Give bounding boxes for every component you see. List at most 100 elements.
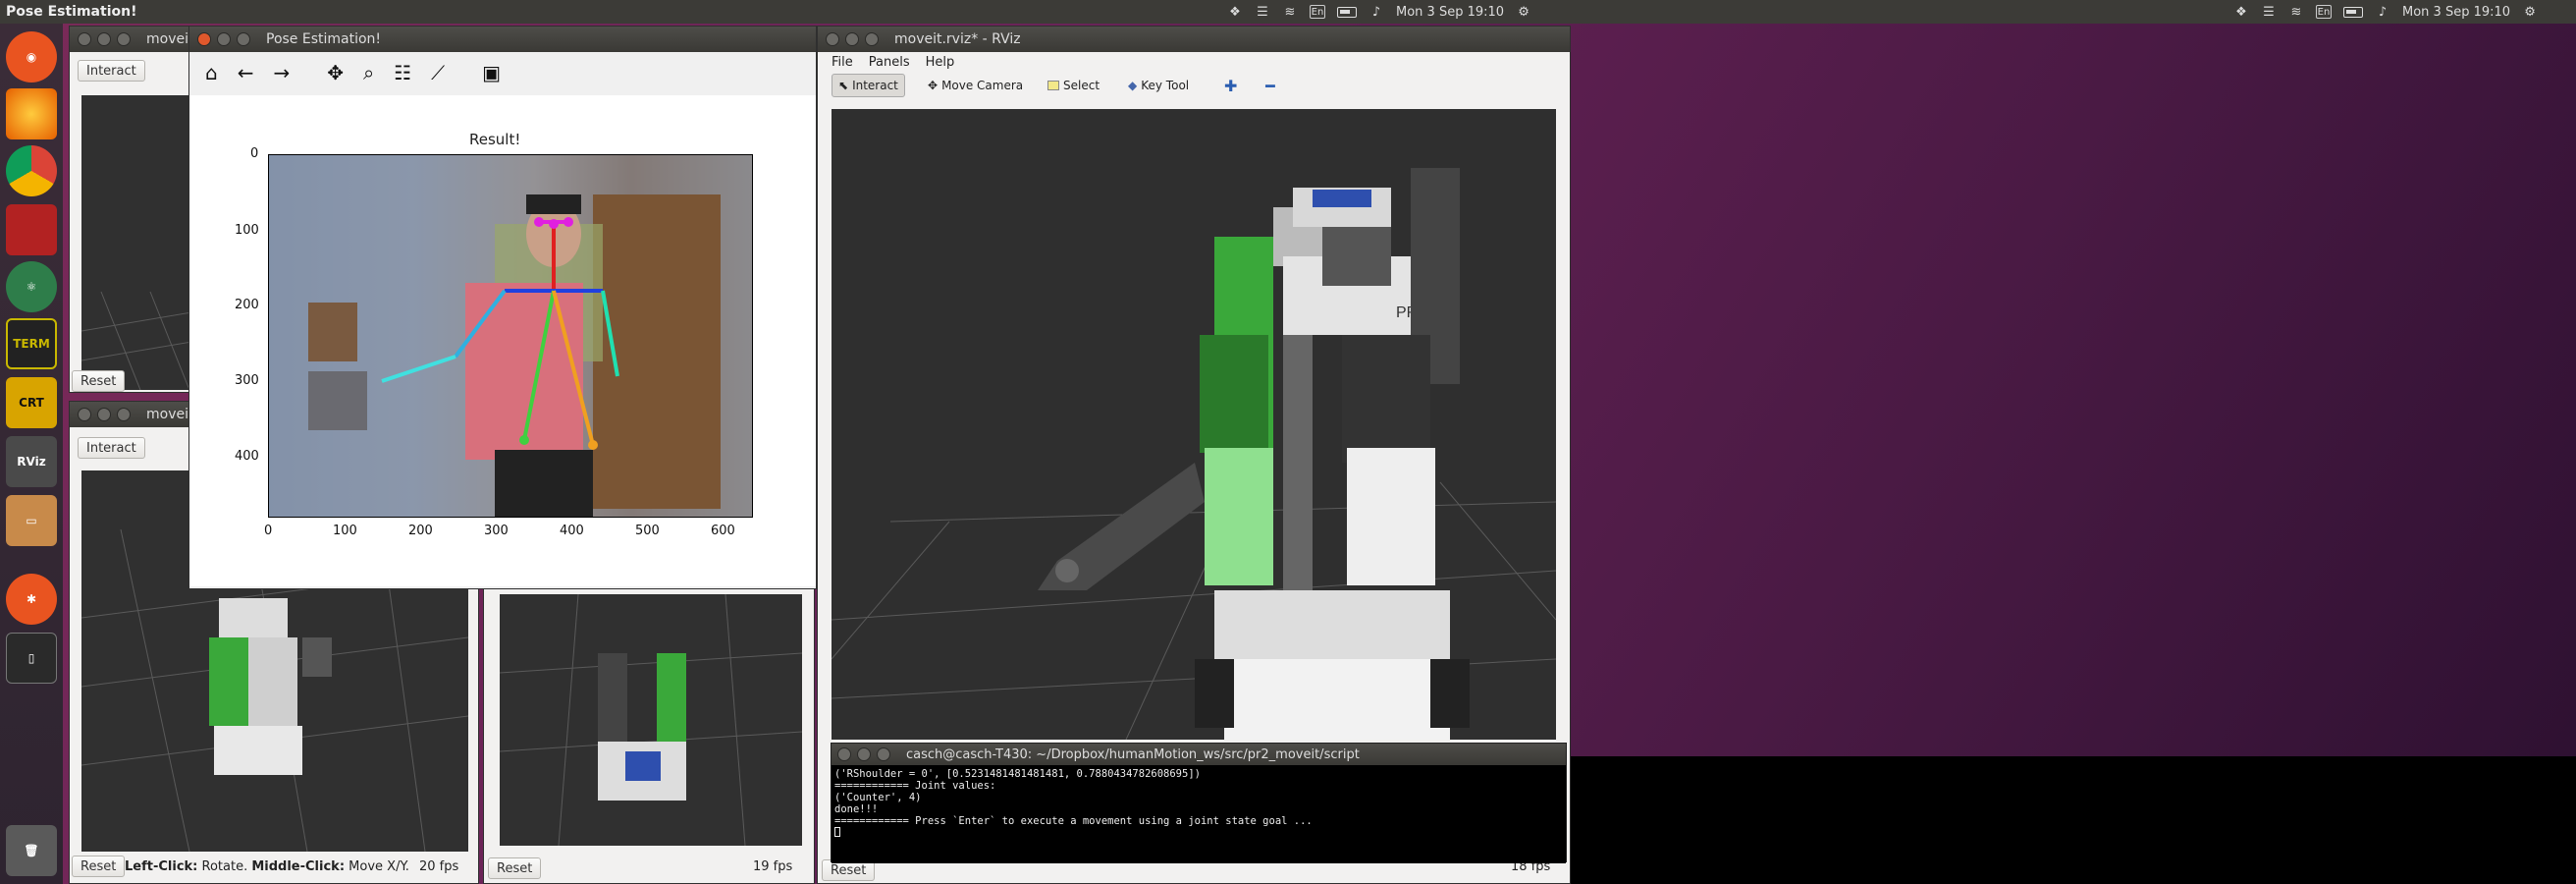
minimize-icon[interactable]	[845, 32, 859, 46]
add-tool-icon[interactable]: ✚	[1218, 74, 1243, 97]
phone-icon[interactable]: ▯	[6, 633, 57, 684]
volume-icon[interactable]: ♪	[1368, 5, 1384, 20]
launcher: ◉ ⚛ TERM CRT RViz ▭ ✱ ▯ 🗑	[0, 24, 63, 884]
close-icon[interactable]	[78, 408, 91, 421]
maximize-icon[interactable]	[117, 32, 131, 46]
close-icon[interactable]	[826, 32, 839, 46]
pose-estimation-window[interactable]: Pose Estimation! ⌂ ← → ✥ ⌕ ☷ ⟋ ▣ Result!	[188, 26, 817, 589]
terminal-titlebar[interactable]: casch@casch-T430: ~/Dropbox/humanMotion_…	[832, 744, 1566, 765]
y-tick: 300	[235, 373, 259, 388]
window-title: moveit	[146, 407, 194, 422]
wifi-icon[interactable]: ≋	[2288, 5, 2304, 20]
firefox-icon[interactable]	[6, 88, 57, 139]
back-icon[interactable]: ←	[238, 61, 254, 84]
keyboard-layout-icon[interactable]: En	[2316, 5, 2332, 19]
wifi-icon[interactable]: ≋	[1282, 5, 1298, 20]
reset-button[interactable]: Reset	[488, 857, 542, 879]
menu-icon[interactable]: ☰	[2261, 5, 2277, 20]
minimize-icon[interactable]	[857, 747, 871, 761]
menubar: File Panels Help	[832, 52, 954, 72]
terminal-output[interactable]: ('RShoulder = 0', [0.5231481481481481, 0…	[832, 765, 1566, 863]
select-tool[interactable]: Select	[1042, 74, 1105, 97]
maximize-icon[interactable]	[877, 747, 890, 761]
clock[interactable]: Mon 3 Sep 19:10	[2402, 5, 2510, 20]
interact-button[interactable]: Interact	[78, 60, 145, 82]
forward-icon[interactable]: →	[273, 61, 290, 84]
moveit-window-top[interactable]: moveit Interact Reset	[69, 26, 196, 393]
volume-icon[interactable]: ♪	[2375, 5, 2390, 20]
3d-viewport[interactable]	[500, 594, 802, 846]
key-tool-label: Key Tool	[1141, 79, 1190, 92]
terminal-line: done!!!	[834, 803, 879, 815]
close-icon[interactable]	[197, 32, 211, 46]
terminal-title: casch@casch-T430: ~/Dropbox/humanMotion_…	[906, 746, 1360, 762]
menu-icon[interactable]: ☰	[1255, 5, 1270, 20]
battery-icon[interactable]	[1337, 6, 1357, 18]
gear-icon[interactable]: ⚙	[1516, 5, 1531, 20]
atom-icon[interactable]: ⚛	[6, 261, 57, 312]
trash-icon[interactable]: 🗑	[6, 825, 57, 876]
ubuntu-icon[interactable]: ◉	[6, 31, 57, 83]
rviz-3d-viewport[interactable]: PR2	[832, 109, 1556, 740]
plot-title: Result!	[469, 131, 521, 148]
interact-label: Interact	[86, 440, 136, 456]
dropbox-icon[interactable]: ❖	[2233, 5, 2249, 20]
moveit-window-small[interactable]: Reset 19 fps	[483, 580, 815, 884]
terminal-window[interactable]: casch@casch-T430: ~/Dropbox/humanMotion_…	[831, 743, 1567, 863]
edit-curves-icon[interactable]: ⟋	[431, 61, 445, 84]
reset-button[interactable]: Reset	[72, 370, 126, 392]
pose-image-art	[269, 155, 752, 517]
files-icon[interactable]: ▭	[6, 495, 57, 546]
3d-viewport[interactable]	[81, 95, 195, 390]
minimize-icon[interactable]	[97, 32, 111, 46]
reset-label: Reset	[497, 860, 533, 876]
desktop-black-strip	[1571, 756, 2576, 884]
x-tick: 400	[560, 524, 584, 538]
red-app-icon[interactable]	[6, 204, 57, 255]
close-icon[interactable]	[78, 32, 91, 46]
tool-icon[interactable]: ✱	[6, 574, 57, 625]
remove-tool-icon[interactable]: ━	[1260, 74, 1281, 97]
maximize-icon[interactable]	[117, 408, 131, 421]
status-left-click: Left-Click:	[125, 859, 198, 874]
zoom-icon[interactable]: ⌕	[363, 61, 374, 84]
select-icon	[1047, 81, 1059, 90]
crt-icon[interactable]: CRT	[6, 377, 57, 428]
reset-button[interactable]: Reset	[72, 856, 126, 877]
grid-lines	[81, 291, 195, 390]
terminal-icon[interactable]: TERM	[6, 318, 57, 369]
menu-panels[interactable]: Panels	[869, 55, 910, 70]
pose-image	[268, 154, 753, 518]
close-icon[interactable]	[837, 747, 851, 761]
titlebar[interactable]: Pose Estimation!	[189, 27, 816, 52]
pan-icon[interactable]: ✥	[327, 61, 344, 84]
keyboard-layout-icon[interactable]: En	[1310, 5, 1325, 19]
titlebar[interactable]: moveit	[70, 27, 195, 52]
maximize-icon[interactable]	[237, 32, 250, 46]
dropbox-icon[interactable]: ❖	[1227, 5, 1243, 20]
maximize-icon[interactable]	[865, 32, 879, 46]
titlebar[interactable]: moveit.rviz* - RViz	[818, 27, 1570, 52]
save-icon[interactable]: ▣	[482, 61, 501, 84]
reset-label: Reset	[80, 373, 117, 389]
move-camera-tool[interactable]: ✥ Move Camera	[922, 74, 1029, 97]
interact-button[interactable]: Interact	[78, 437, 145, 459]
gear-icon[interactable]: ⚙	[2522, 5, 2538, 20]
configure-subplots-icon[interactable]: ☷	[394, 61, 411, 84]
x-tick: 500	[635, 524, 660, 538]
x-tick: 200	[408, 524, 433, 538]
menu-file[interactable]: File	[832, 55, 853, 70]
active-app-title: Pose Estimation!	[6, 4, 137, 20]
key-tool[interactable]: ◆ Key Tool	[1122, 74, 1195, 97]
figure-canvas[interactable]: Result! 0 100 200 300 400 0 100 200 300 …	[189, 95, 816, 586]
minimize-icon[interactable]	[97, 408, 111, 421]
y-tick: 0	[250, 146, 259, 161]
battery-icon[interactable]	[2343, 6, 2363, 18]
interact-tool[interactable]: ⬉ Interact	[832, 74, 905, 97]
rviz-icon[interactable]: RViz	[6, 436, 57, 487]
minimize-icon[interactable]	[217, 32, 231, 46]
home-icon[interactable]: ⌂	[205, 61, 218, 84]
clock[interactable]: Mon 3 Sep 19:10	[1396, 5, 1504, 20]
menu-help[interactable]: Help	[926, 55, 955, 70]
chrome-icon[interactable]	[6, 145, 57, 196]
